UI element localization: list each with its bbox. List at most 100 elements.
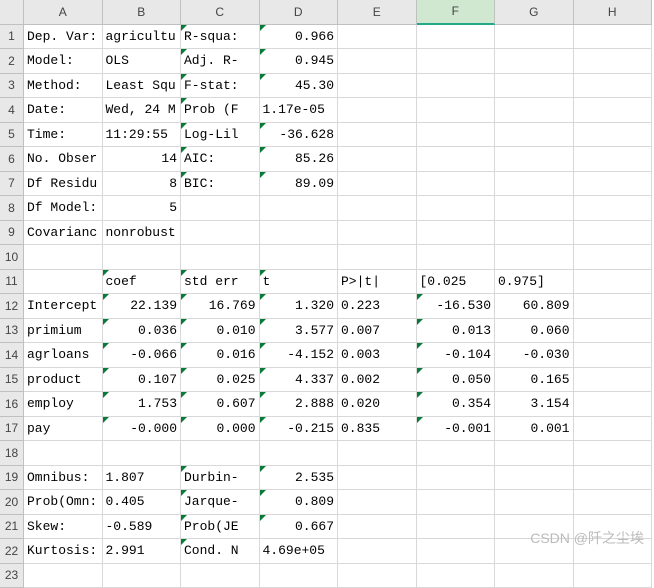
- cell-D9[interactable]: [260, 221, 339, 246]
- cell-F12[interactable]: -16.530: [417, 294, 496, 319]
- cell-C18[interactable]: [181, 441, 260, 466]
- cell-A17[interactable]: pay: [24, 417, 103, 442]
- cell-D23[interactable]: [260, 564, 339, 588]
- cell-B3[interactable]: Least Squ: [103, 74, 182, 99]
- cell-H21[interactable]: [574, 515, 653, 540]
- cell-B21[interactable]: -0.589: [103, 515, 182, 540]
- cell-E8[interactable]: [338, 196, 417, 221]
- cell-G23[interactable]: [495, 564, 574, 588]
- row-header-13[interactable]: 13: [0, 319, 24, 344]
- cell-H4[interactable]: [574, 98, 653, 123]
- cell-D16[interactable]: 2.888: [260, 392, 339, 417]
- cell-A9[interactable]: Covarianc: [24, 221, 103, 246]
- cell-E21[interactable]: [338, 515, 417, 540]
- spreadsheet-grid[interactable]: ABCDEFGH1Dep. Var:agricultuR-squa:0.9662…: [0, 0, 654, 588]
- col-header-B[interactable]: B: [103, 0, 182, 25]
- cell-A21[interactable]: Skew:: [24, 515, 103, 540]
- cell-A2[interactable]: Model:: [24, 49, 103, 74]
- cell-E13[interactable]: 0.007: [338, 319, 417, 344]
- cell-C6[interactable]: AIC:: [181, 147, 260, 172]
- cell-G10[interactable]: [495, 245, 574, 270]
- row-header-9[interactable]: 9: [0, 221, 24, 246]
- cell-D3[interactable]: 45.30: [260, 74, 339, 99]
- cell-F21[interactable]: [417, 515, 496, 540]
- cell-D6[interactable]: 85.26: [260, 147, 339, 172]
- cell-E20[interactable]: [338, 490, 417, 515]
- cell-A6[interactable]: No. Obser: [24, 147, 103, 172]
- cell-C9[interactable]: [181, 221, 260, 246]
- cell-C3[interactable]: F-stat:: [181, 74, 260, 99]
- cell-H12[interactable]: [574, 294, 653, 319]
- cell-E9[interactable]: [338, 221, 417, 246]
- cell-A13[interactable]: primium: [24, 319, 103, 344]
- cell-B12[interactable]: 22.139: [103, 294, 182, 319]
- cell-E10[interactable]: [338, 245, 417, 270]
- row-header-23[interactable]: 23: [0, 564, 24, 588]
- cell-D8[interactable]: [260, 196, 339, 221]
- cell-F6[interactable]: [417, 147, 496, 172]
- cell-B17[interactable]: -0.000: [103, 417, 182, 442]
- row-header-8[interactable]: 8: [0, 196, 24, 221]
- cell-H5[interactable]: [574, 123, 653, 148]
- cell-A12[interactable]: Intercept: [24, 294, 103, 319]
- cell-B23[interactable]: [103, 564, 182, 588]
- cell-H9[interactable]: [574, 221, 653, 246]
- cell-C16[interactable]: 0.607: [181, 392, 260, 417]
- cell-C1[interactable]: R-squa:: [181, 25, 260, 50]
- row-header-4[interactable]: 4: [0, 98, 24, 123]
- cell-G11[interactable]: 0.975]: [495, 270, 574, 295]
- cell-D19[interactable]: 2.535: [260, 466, 339, 491]
- cell-E11[interactable]: P>|t|: [338, 270, 417, 295]
- cell-B20[interactable]: 0.405: [103, 490, 182, 515]
- cell-F19[interactable]: [417, 466, 496, 491]
- row-header-15[interactable]: 15: [0, 368, 24, 393]
- cell-G3[interactable]: [495, 74, 574, 99]
- cell-D21[interactable]: 0.667: [260, 515, 339, 540]
- cell-B13[interactable]: 0.036: [103, 319, 182, 344]
- row-header-19[interactable]: 19: [0, 466, 24, 491]
- cell-D22[interactable]: 4.69e+05: [260, 539, 339, 564]
- cell-C17[interactable]: 0.000: [181, 417, 260, 442]
- cell-F18[interactable]: [417, 441, 496, 466]
- cell-G6[interactable]: [495, 147, 574, 172]
- row-header-12[interactable]: 12: [0, 294, 24, 319]
- cell-F14[interactable]: -0.104: [417, 343, 496, 368]
- cell-D12[interactable]: 1.320: [260, 294, 339, 319]
- cell-A1[interactable]: Dep. Var:: [24, 25, 103, 50]
- cell-G17[interactable]: 0.001: [495, 417, 574, 442]
- cell-G14[interactable]: -0.030: [495, 343, 574, 368]
- cell-D20[interactable]: 0.809: [260, 490, 339, 515]
- cell-E1[interactable]: [338, 25, 417, 50]
- row-header-22[interactable]: 22: [0, 539, 24, 564]
- cell-E4[interactable]: [338, 98, 417, 123]
- cell-H7[interactable]: [574, 172, 653, 197]
- cell-G22[interactable]: [495, 539, 574, 564]
- cell-F5[interactable]: [417, 123, 496, 148]
- cell-F1[interactable]: [417, 25, 496, 50]
- cell-H11[interactable]: [574, 270, 653, 295]
- cell-G18[interactable]: [495, 441, 574, 466]
- cell-H23[interactable]: [574, 564, 653, 588]
- row-header-7[interactable]: 7: [0, 172, 24, 197]
- cell-H13[interactable]: [574, 319, 653, 344]
- row-header-10[interactable]: 10: [0, 245, 24, 270]
- cell-E22[interactable]: [338, 539, 417, 564]
- cell-B14[interactable]: -0.066: [103, 343, 182, 368]
- cell-D15[interactable]: 4.337: [260, 368, 339, 393]
- cell-H10[interactable]: [574, 245, 653, 270]
- cell-B18[interactable]: [103, 441, 182, 466]
- cell-C15[interactable]: 0.025: [181, 368, 260, 393]
- cell-E2[interactable]: [338, 49, 417, 74]
- cell-D4[interactable]: 1.17e-05: [260, 98, 339, 123]
- cell-D5[interactable]: -36.628: [260, 123, 339, 148]
- cell-B16[interactable]: 1.753: [103, 392, 182, 417]
- cell-A4[interactable]: Date:: [24, 98, 103, 123]
- cell-H17[interactable]: [574, 417, 653, 442]
- cell-F2[interactable]: [417, 49, 496, 74]
- cell-D10[interactable]: [260, 245, 339, 270]
- cell-D14[interactable]: -4.152: [260, 343, 339, 368]
- row-header-5[interactable]: 5: [0, 123, 24, 148]
- row-header-3[interactable]: 3: [0, 74, 24, 99]
- cell-F3[interactable]: [417, 74, 496, 99]
- cell-C7[interactable]: BIC:: [181, 172, 260, 197]
